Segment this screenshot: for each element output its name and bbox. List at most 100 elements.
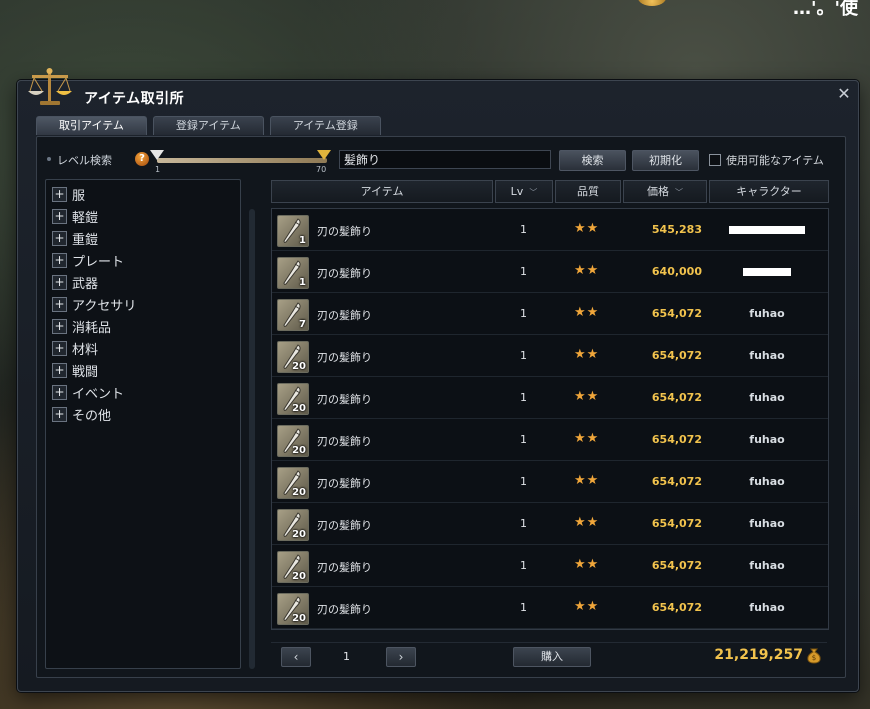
slider-max-handle[interactable] — [317, 150, 331, 160]
item-quality-stars: ★★ — [574, 473, 600, 488]
tab-registered-items[interactable]: 登録アイテム — [152, 116, 264, 135]
column-header-quality[interactable]: 品質 — [555, 180, 621, 203]
category-weapons[interactable]: + 武器 — [52, 272, 232, 292]
category-light-armor[interactable]: + 軽鎧 — [52, 206, 232, 226]
next-page-button[interactable]: › — [386, 647, 416, 667]
category-label: アクセサリ — [72, 299, 137, 314]
close-button[interactable]: ✕ — [836, 86, 852, 102]
table-row[interactable]: 20 刃の髪飾り 1 ★★ 654,072 fuhao — [272, 545, 828, 587]
prev-page-button[interactable]: ‹ — [281, 647, 311, 667]
expand-icon[interactable]: + — [52, 363, 67, 378]
category-label: イベント — [72, 387, 125, 402]
tab-trade-items[interactable]: 取引アイテム — [36, 116, 147, 135]
table-row[interactable]: 20 刃の髪飾り 1 ★★ 654,072 fuhao — [272, 419, 828, 461]
category-label: 重鎧 — [72, 233, 99, 248]
hair-ornament-icon: 1 — [277, 257, 309, 289]
category-label: 軽鎧 — [72, 211, 99, 226]
item-price: 640,000 — [651, 265, 702, 278]
reset-button[interactable]: 初期化 — [632, 150, 699, 171]
item-level: 1 — [520, 349, 527, 362]
expand-icon[interactable]: + — [52, 187, 67, 202]
expand-icon[interactable]: + — [52, 319, 67, 334]
item-quantity: 20 — [292, 445, 306, 456]
category-plate[interactable]: + プレート — [52, 250, 232, 270]
hair-ornament-icon: 20 — [277, 425, 309, 457]
category-event[interactable]: + イベント — [52, 382, 232, 402]
redacted-name — [743, 268, 791, 276]
table-row[interactable]: 20 刃の髪飾り 1 ★★ 654,072 fuhao — [272, 377, 828, 419]
column-header-price[interactable]: 価格 ﹀ — [623, 180, 707, 203]
item-price: 654,072 — [651, 559, 702, 572]
svg-text:$: $ — [812, 654, 816, 662]
seller-character — [712, 265, 822, 276]
item-quality-stars: ★★ — [574, 557, 600, 572]
character-name: fuhao — [749, 475, 785, 488]
table-row[interactable]: 20 刃の髪飾り 1 ★★ 654,072 fuhao — [272, 503, 828, 545]
table-row[interactable]: 20 刃の髪飾り 1 ★★ 654,072 fuhao — [272, 335, 828, 377]
seller-character: fuhao — [712, 433, 822, 446]
item-level: 1 — [520, 559, 527, 572]
table-row[interactable]: 7 刃の髪飾り 1 ★★ 654,072 fuhao — [272, 293, 828, 335]
table-row[interactable]: 20 刃の髪飾り 1 ★★ 654,072 fuhao — [272, 587, 828, 629]
expand-icon[interactable]: + — [52, 407, 67, 422]
expand-icon[interactable]: + — [52, 231, 67, 246]
item-quality-stars: ★★ — [574, 347, 600, 362]
list-scrollbar[interactable] — [249, 209, 255, 669]
search-button[interactable]: 検索 — [559, 150, 626, 171]
pager-bar: ‹ 1 › 購入 21,219,257 $ — [271, 642, 827, 669]
item-quantity: 20 — [292, 529, 306, 540]
category-clothes[interactable]: + 服 — [52, 184, 232, 204]
seller-character: fuhao — [712, 349, 822, 362]
slider-min-handle[interactable] — [150, 150, 164, 160]
table-row[interactable]: 20 刃の髪飾り 1 ★★ 654,072 fuhao — [272, 461, 828, 503]
table-row[interactable]: 1 刃の髪飾り 1 ★★ 640,000 — [272, 251, 828, 293]
tab-bar: 取引アイテム 登録アイテム アイテム登録 — [36, 116, 381, 136]
usable-only-checkbox[interactable] — [709, 154, 721, 166]
item-quality-stars: ★★ — [574, 221, 600, 236]
category-tree: + 服 + 軽鎧 + 重鎧 + プレート + 武器 + アクセサリ + 消耗品 + 材料 + 戦闘… — [45, 179, 241, 669]
category-combat[interactable]: + 戦闘 — [52, 360, 232, 380]
column-header-item[interactable]: アイテム — [271, 180, 493, 203]
category-other[interactable]: + その他 — [52, 404, 232, 424]
column-header-character[interactable]: キャラクター — [709, 180, 829, 203]
category-label: 武器 — [72, 277, 99, 292]
search-input[interactable] — [339, 150, 551, 169]
expand-icon[interactable]: + — [52, 275, 67, 290]
column-header-lv[interactable]: Lv ﹀ — [495, 180, 553, 203]
expand-icon[interactable]: + — [52, 341, 67, 356]
table-row[interactable]: 1 刃の髪飾り 1 ★★ 545,283 — [272, 209, 828, 251]
hud-coin-icon — [638, 0, 666, 6]
character-name: fuhao — [749, 433, 785, 446]
item-level: 1 — [520, 517, 527, 530]
sort-chevron-icon: ﹀ — [529, 188, 538, 197]
category-heavy-armor[interactable]: + 重鎧 — [52, 228, 232, 248]
item-quantity: 7 — [299, 319, 306, 330]
tab-register-item[interactable]: アイテム登録 — [269, 116, 381, 135]
expand-icon[interactable]: + — [52, 297, 67, 312]
search-bar: レベル検索 ? 1 70 検索 初期化 使用可能なアイテム — [47, 150, 837, 174]
category-accessories[interactable]: + アクセサリ — [52, 294, 232, 314]
seller-character: fuhao — [712, 307, 822, 320]
expand-icon[interactable]: + — [52, 253, 67, 268]
item-exchange-window: アイテム取引所 ✕ 取引アイテム 登録アイテム アイテム登録 レベル検索 ? 1… — [17, 68, 859, 692]
item-quality-stars: ★★ — [574, 599, 600, 614]
category-consumables[interactable]: + 消耗品 — [52, 316, 232, 336]
item-quality-stars: ★★ — [574, 263, 600, 278]
page-number: 1 — [343, 650, 350, 663]
category-label: プレート — [72, 255, 125, 270]
hair-ornament-icon: 20 — [277, 593, 309, 625]
item-price: 654,072 — [651, 391, 702, 404]
level-range-slider[interactable] — [157, 158, 327, 163]
item-price: 654,072 — [651, 517, 702, 530]
expand-icon[interactable]: + — [52, 209, 67, 224]
item-price: 545,283 — [651, 223, 702, 236]
hair-ornament-icon: 20 — [277, 341, 309, 373]
item-price: 654,072 — [651, 307, 702, 320]
expand-icon[interactable]: + — [52, 385, 67, 400]
category-materials[interactable]: + 材料 — [52, 338, 232, 358]
item-name: 刃の髪飾り — [317, 393, 372, 406]
usable-only-label: 使用可能なアイテム — [726, 154, 824, 167]
help-icon[interactable]: ? — [135, 152, 149, 166]
item-name: 刃の髪飾り — [317, 225, 372, 238]
buy-button[interactable]: 購入 — [513, 647, 591, 667]
